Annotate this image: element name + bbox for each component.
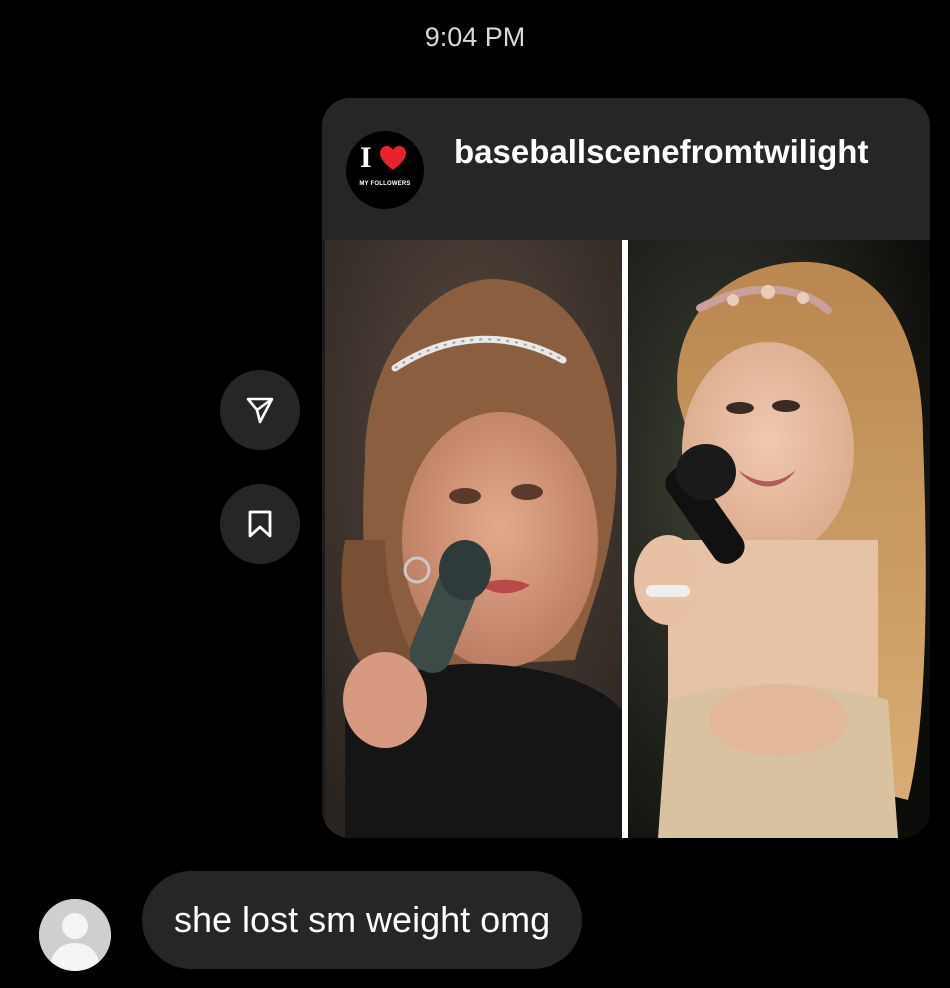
default-avatar-icon — [39, 899, 111, 971]
message-bubble[interactable]: she lost sm weight omg — [142, 871, 583, 969]
sender-avatar[interactable] — [39, 899, 111, 971]
share-button[interactable] — [220, 370, 300, 450]
logo-caption: MY FOLLOWERS — [359, 181, 411, 187]
save-button[interactable] — [220, 484, 300, 564]
account-avatar[interactable]: I MY FOLLOWERS — [346, 131, 424, 209]
left-photo-image — [325, 240, 622, 838]
post-header[interactable]: I MY FOLLOWERS baseballscenefromtwilight — [322, 98, 930, 240]
message-timestamp: 9:04 PM — [424, 22, 526, 52]
logo-letter: I — [360, 141, 372, 174]
right-photo[interactable] — [628, 240, 930, 838]
left-photo[interactable] — [325, 240, 622, 838]
message-row: she lost sm weight omg — [0, 866, 950, 976]
paper-plane-icon — [246, 397, 274, 424]
right-photo-image — [628, 240, 930, 838]
post-username[interactable]: baseballscenefromtwilight — [454, 132, 904, 172]
heart-icon — [380, 146, 406, 170]
shared-post-card[interactable]: I MY FOLLOWERS baseballscenefromtwilight — [322, 98, 930, 838]
post-media[interactable] — [322, 240, 930, 838]
bookmark-icon — [248, 510, 272, 538]
